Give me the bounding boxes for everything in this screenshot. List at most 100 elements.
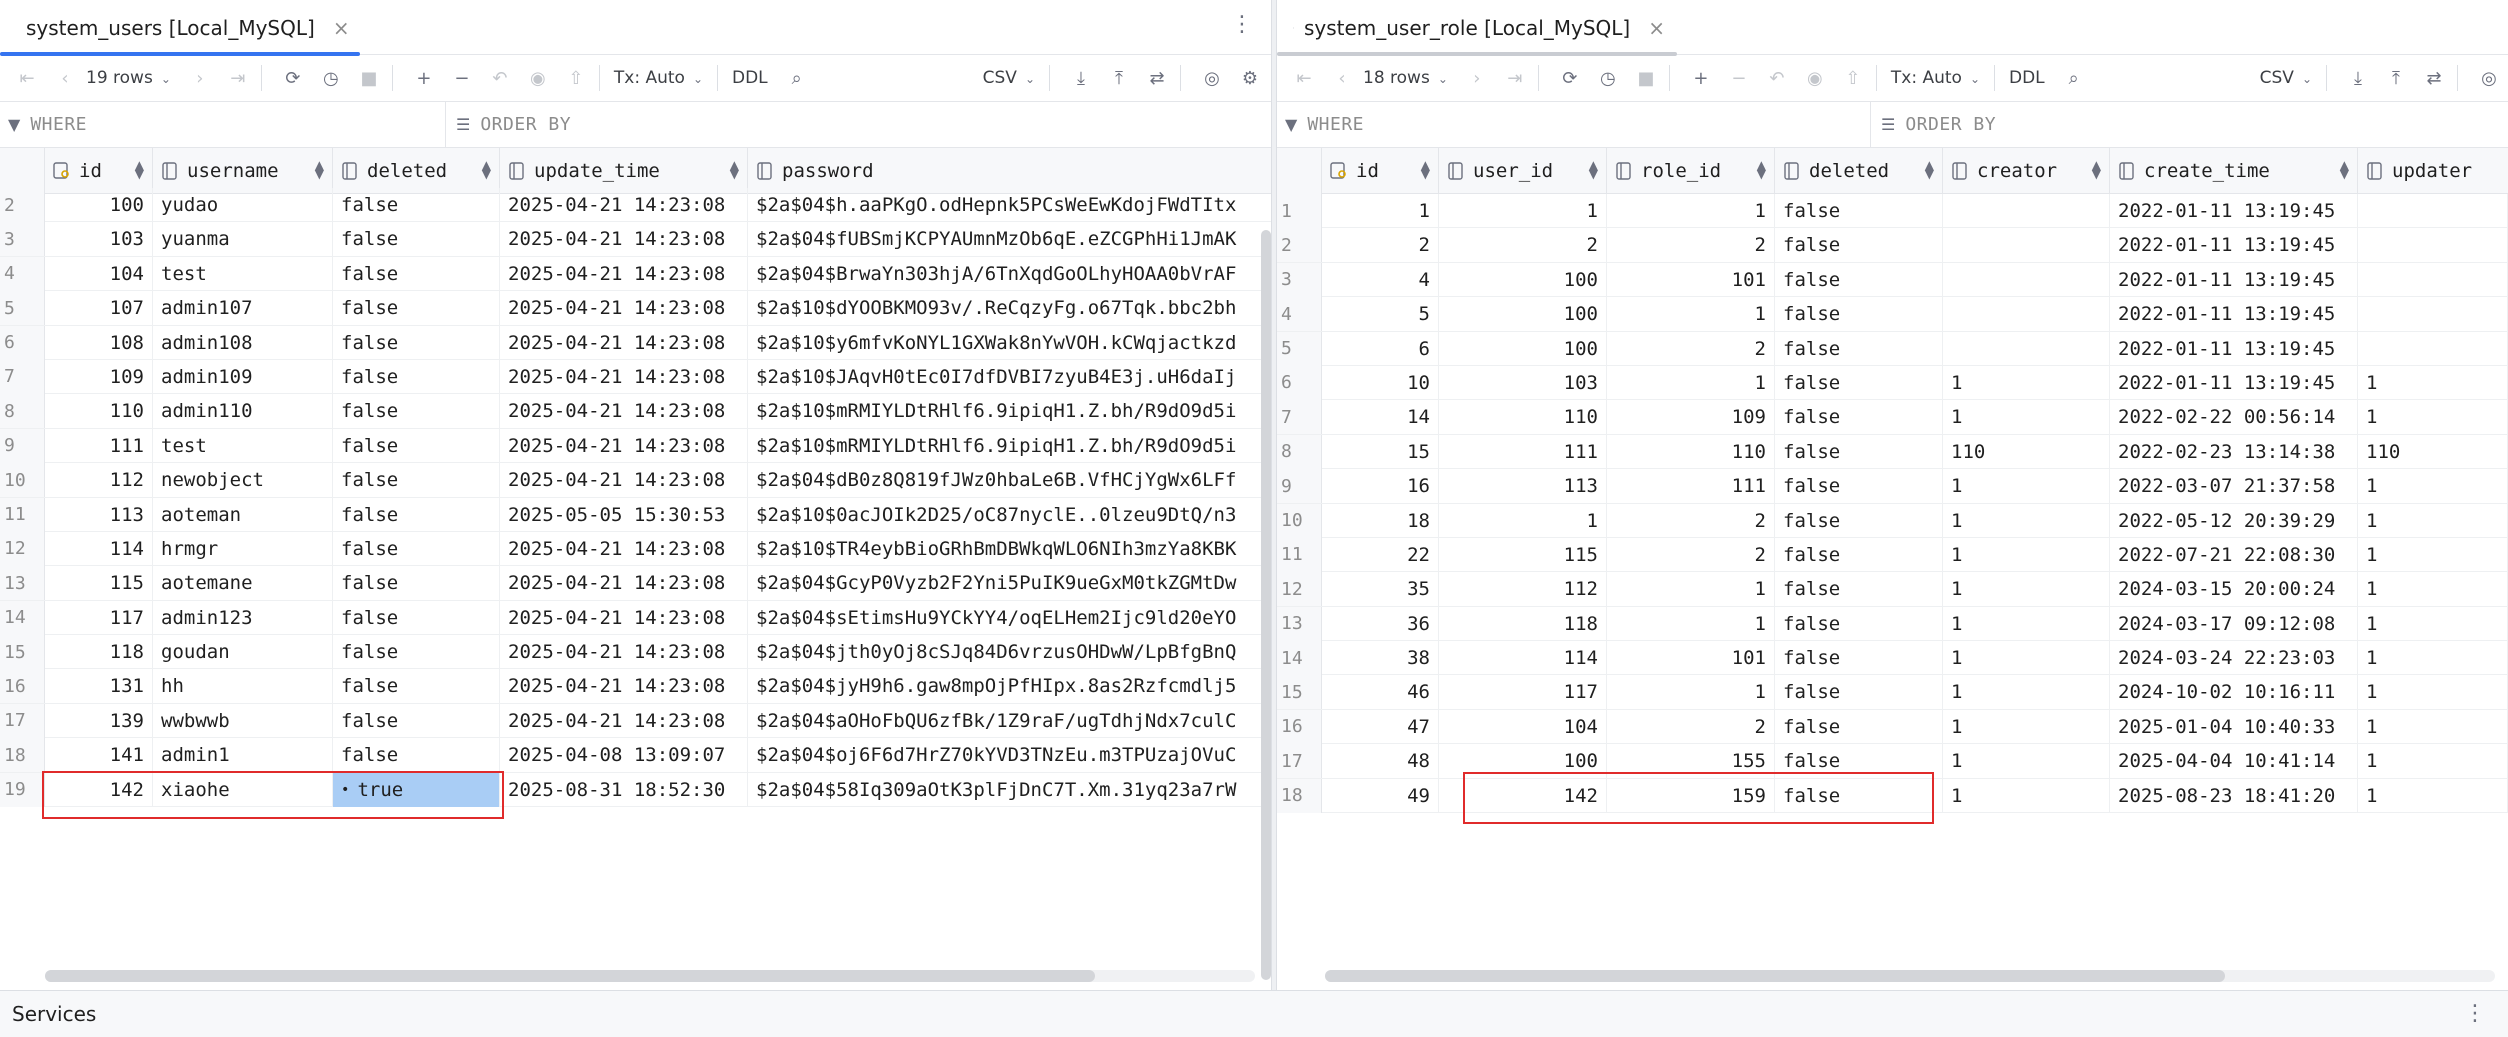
table-cell[interactable]: 2022-02-22 00:56:14 <box>2110 400 2358 435</box>
table-cell[interactable]: 2024-03-17 09:12:08 <box>2110 606 2358 641</box>
table-cell[interactable]: false <box>1775 262 1943 297</box>
table-cell[interactable]: 1 <box>2358 469 2508 504</box>
table-cell[interactable]: 111 <box>1439 434 1607 469</box>
table-cell[interactable]: 1 <box>1607 194 1775 228</box>
table-cell[interactable]: 2025-08-31 18:52:30 <box>500 772 748 807</box>
where-filter[interactable]: ▼ WHERE <box>0 102 445 148</box>
column-header-updater[interactable]: updater <box>2358 148 2508 194</box>
table-cell[interactable]: 2022-01-11 13:19:45 <box>2110 262 2358 297</box>
table-row[interactable]: 3 4 100 101 false 2022-01-11 13:19:45 <box>1277 262 2508 298</box>
table-cell[interactable]: test <box>153 256 333 291</box>
table-row[interactable]: 10 112 newobject false 2025-04-21 14:23:08 $2… <box>0 463 1275 498</box>
more-options-icon[interactable]: ⋮ <box>2464 1001 2486 1026</box>
table-cell[interactable]: false <box>333 428 500 463</box>
table-row[interactable]: 17 48 100 155 false 1 2025-04-04 10:41:14 1 <box>1277 744 2508 779</box>
table-cell[interactable]: false <box>1775 400 1943 435</box>
sort-icon[interactable]: ▲ ▼ <box>730 159 739 180</box>
table-cell[interactable]: 49 <box>1322 778 1439 813</box>
table-cell[interactable]: 2025-04-21 14:23:08 <box>500 291 748 326</box>
table-cell[interactable]: 10 <box>1322 365 1439 400</box>
table-cell[interactable]: 113 <box>1439 469 1607 504</box>
table-cell[interactable]: false <box>333 394 500 429</box>
table-cell[interactable]: test <box>153 428 333 463</box>
table-cell[interactable]: 2 <box>1607 228 1775 263</box>
table-row[interactable]: 18 141 admin1 false 2025-04-08 13:09:07 $2a$0… <box>0 738 1275 773</box>
table-cell[interactable]: 2025-04-21 14:23:08 <box>500 531 748 566</box>
table-cell[interactable]: admin110 <box>153 394 333 429</box>
table-cell[interactable]: 6 <box>1322 331 1439 366</box>
eye-icon[interactable]: ◎ <box>2474 63 2504 93</box>
table-cell[interactable]: 115 <box>45 566 153 601</box>
table-cell[interactable]: 2025-04-21 14:23:08 <box>500 394 748 429</box>
table-cell[interactable]: 38 <box>1322 641 1439 676</box>
table-row[interactable]: 6 108 admin108 false 2025-04-21 14:23:08 $2a$… <box>0 325 1275 360</box>
table-cell[interactable]: 1 <box>2358 709 2508 744</box>
where-filter[interactable]: ▼ WHERE <box>1277 102 1870 148</box>
table-cell[interactable]: 2025-04-21 14:23:08 <box>500 222 748 257</box>
column-header-deleted[interactable]: deleted ▲ ▼ <box>1775 148 1943 194</box>
table-cell[interactable]: 103 <box>1439 365 1607 400</box>
first-page-icon[interactable]: ⇤ <box>1289 63 1319 93</box>
table-cell[interactable]: $2a$10$mRMIYLDtRHlf6.9ipiqH1.Z.bh/R9dO9d… <box>748 394 1275 429</box>
table-cell[interactable]: 1 <box>1607 297 1775 332</box>
table-cell[interactable]: $2a$04$jth0yOj8cSJq84D6vrzusOHDwW/LpBfgB… <box>748 635 1275 670</box>
table-cell[interactable]: 1 <box>1943 675 2110 710</box>
table-cell[interactable]: 1 <box>2358 675 2508 710</box>
table-cell[interactable]: false <box>333 359 500 394</box>
table-cell[interactable] <box>2358 228 2508 263</box>
table-cell[interactable]: $2a$04$oj6F6d7HrZ70kYVD3TNzEu.m3TPUzajOV… <box>748 738 1275 773</box>
table-row[interactable]: 16 47 104 2 false 1 2025-01-04 10:40:33 1 <box>1277 709 2508 745</box>
table-cell[interactable]: false <box>1775 744 1943 779</box>
table-cell[interactable]: 2025-04-21 14:23:08 <box>500 566 748 601</box>
orderby-filter[interactable]: ☰ ORDER BY <box>1871 102 2508 148</box>
table-cell[interactable]: 1 <box>2358 744 2508 779</box>
table-cell[interactable]: 2025-04-04 10:41:14 <box>2110 744 2358 779</box>
table-cell[interactable]: $2a$10$y6mfvKoNYL1GXWak8nYwVOH.kCWqjactk… <box>748 325 1275 360</box>
table-cell[interactable]: 117 <box>45 600 153 635</box>
table-row[interactable]: 13 36 118 1 false 1 2024-03-17 09:12:08 1 <box>1277 606 2508 642</box>
table-row[interactable]: 6 10 103 1 false 1 2022-01-11 13:19:45 1 <box>1277 365 2508 401</box>
table-cell[interactable]: newobject <box>153 463 333 498</box>
table-cell[interactable]: false <box>333 188 500 222</box>
table-cell[interactable]: 117 <box>1439 675 1607 710</box>
table-cell[interactable]: 110 <box>1943 434 2110 469</box>
table-cell[interactable]: false <box>1775 297 1943 332</box>
table-cell[interactable]: 2022-02-23 13:14:38 <box>2110 434 2358 469</box>
table-cell[interactable]: false <box>1775 194 1943 228</box>
table-cell[interactable]: 2025-04-21 14:23:08 <box>500 600 748 635</box>
upload-icon[interactable]: ⤒ <box>1104 63 1134 93</box>
delete-row-icon[interactable]: − <box>447 63 477 93</box>
history-icon[interactable]: ◷ <box>1593 63 1623 93</box>
table-cell[interactable]: false <box>333 600 500 635</box>
download-icon[interactable]: ⤓ <box>1066 63 1096 93</box>
next-page-icon[interactable]: › <box>185 63 215 93</box>
table-cell[interactable]: 1 <box>2358 537 2508 572</box>
table-cell[interactable]: 2024-03-15 20:00:24 <box>2110 572 2358 607</box>
table-cell[interactable]: 2022-07-21 22:08:30 <box>2110 537 2358 572</box>
table-cell[interactable]: 2025-04-21 14:23:08 <box>500 256 748 291</box>
table-cell[interactable]: 103 <box>45 222 153 257</box>
table-cell[interactable]: 104 <box>1439 709 1607 744</box>
table-cell[interactable]: $2a$04$GcyP0Vyzb2F2Yni5PuIK9ueGxM0tkZGMt… <box>748 566 1275 601</box>
table-cell[interactable]: false <box>1775 778 1943 813</box>
submit-icon[interactable]: ⇧ <box>1838 63 1868 93</box>
table-cell[interactable]: 109 <box>45 359 153 394</box>
tx-mode-selector[interactable]: Tx: Auto ⌄ <box>608 68 709 88</box>
table-cell[interactable]: 1 <box>1943 641 2110 676</box>
table-cell[interactable]: 112 <box>45 463 153 498</box>
scrollbar-thumb[interactable] <box>1325 970 2225 982</box>
table-cell[interactable]: 2022-01-11 13:19:45 <box>2110 331 2358 366</box>
table-cell[interactable]: 22 <box>1322 537 1439 572</box>
upload-icon[interactable]: ⤒ <box>2381 63 2411 93</box>
table-cell[interactable]: 2025-04-21 14:23:08 <box>500 428 748 463</box>
table-cell[interactable]: 2 <box>1607 503 1775 538</box>
horizontal-scrollbar[interactable] <box>45 970 1255 982</box>
table-cell[interactable]: 47 <box>1322 709 1439 744</box>
add-row-icon[interactable]: + <box>1686 63 1716 93</box>
table-cell[interactable] <box>1943 194 2110 228</box>
table-cell[interactable]: 2022-01-11 13:19:45 <box>2110 297 2358 332</box>
table-cell[interactable]: 4 <box>1322 262 1439 297</box>
table-cell[interactable]: false <box>1775 709 1943 744</box>
table-row[interactable]: 12 114 hrmgr false 2025-04-21 14:23:08 $2a$10… <box>0 531 1275 567</box>
table-cell[interactable]: 100 <box>1439 262 1607 297</box>
